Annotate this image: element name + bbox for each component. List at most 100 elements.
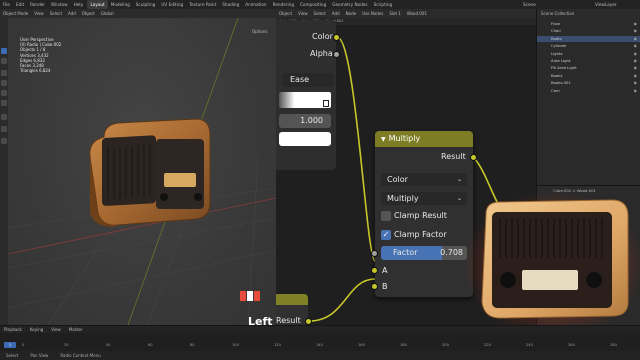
measure-tool-icon[interactable] (1, 126, 7, 132)
factor-slider[interactable]: Factor 0.708 (381, 246, 467, 260)
timeline-tick-label: 0 (22, 343, 25, 347)
outliner-item-label: Books.001 (551, 80, 571, 86)
outliner-item-label: Cylinder (551, 43, 567, 49)
menu-help[interactable]: Help (71, 0, 87, 9)
menu-render[interactable]: Render (27, 0, 48, 9)
tab-modeling[interactable]: Modeling (108, 0, 133, 9)
viewport-menu-view[interactable]: View (31, 9, 47, 18)
annotate-tool-icon[interactable] (1, 114, 7, 120)
tab-compositing[interactable]: Compositing (297, 0, 329, 9)
visibility-eye-icon[interactable]: ◉ (634, 80, 637, 87)
timeline-menu-marker[interactable]: Marker (65, 326, 87, 333)
outliner-item-label: Cam (551, 87, 560, 93)
scene-selector[interactable]: Scene (520, 0, 539, 9)
blend-mode-dropdown[interactable]: Multiply ⌄ (381, 192, 467, 205)
tab-layout[interactable]: Layout (87, 0, 108, 9)
visibility-eye-icon[interactable]: ◉ (634, 88, 637, 95)
timeline-tick-label: 80 (190, 343, 195, 347)
a-input-socket[interactable] (371, 267, 378, 274)
b-input-socket[interactable] (371, 283, 378, 290)
visibility-eye-icon[interactable]: ◉ (634, 51, 637, 58)
visibility-eye-icon[interactable]: ◉ (634, 65, 637, 72)
outliner-item[interactable]: Lights ◉ (537, 51, 640, 58)
mode-selector[interactable]: Object Mode (0, 9, 31, 18)
add-cube-tool-icon[interactable] (1, 138, 7, 144)
tab-animation[interactable]: Animation (242, 0, 269, 9)
interpolation-dropdown[interactable]: Ease (282, 73, 334, 87)
viewport-stats-overlay: User Perspective (0) Radio | Cube.002 Ob… (20, 37, 61, 73)
clamp-factor-checkbox[interactable]: ✓ (381, 230, 391, 240)
viewport-menu-object[interactable]: Object (79, 9, 98, 18)
multiply-result-socket[interactable] (470, 154, 477, 161)
timeline-tick-label: 220 (484, 343, 491, 347)
output-color-label: Color (312, 32, 333, 41)
transform-tool-icon[interactable] (1, 100, 7, 106)
move-tool-icon[interactable] (1, 70, 7, 76)
select-tool-icon[interactable] (1, 48, 7, 54)
blend-mode-value: Multiply (387, 194, 419, 203)
menu-window[interactable]: Window (48, 0, 71, 9)
clamp-result-checkbox[interactable] (381, 211, 391, 221)
tab-geometry-nodes[interactable]: Geometry Nodes (329, 0, 370, 9)
outliner-item[interactable]: Books.001 ◉ (537, 80, 640, 87)
tab-sculpting[interactable]: Sculpting (133, 0, 159, 9)
result-output-socket[interactable] (305, 318, 312, 325)
options-dropdown[interactable]: Options (252, 29, 267, 34)
cursor-tool-icon[interactable] (1, 58, 7, 64)
viewport-menu-select[interactable]: Select (47, 9, 65, 18)
outliner-item[interactable]: Cam ◉ (537, 88, 640, 95)
outliner-panel[interactable]: Scene Collection Floor ◉ Chair ◉ Radio ◉ Cylin… (536, 9, 640, 185)
color-output-socket[interactable] (333, 34, 340, 41)
tab-scripting[interactable]: Scripting (371, 0, 396, 9)
tab-texture-paint[interactable]: Texture Paint (186, 0, 219, 9)
factor-input-socket[interactable] (371, 250, 378, 257)
scale-tool-icon[interactable] (1, 90, 7, 96)
alpha-output-socket[interactable] (333, 51, 340, 58)
outliner-item[interactable]: Radio ◉ (537, 35, 640, 43)
tab-uv-editing[interactable]: UV Editing (158, 0, 186, 9)
multiply-node-header[interactable]: ▼ Multiply (375, 131, 473, 147)
3d-viewport[interactable]: Object Mode View Select Add Object Global (0, 9, 276, 325)
viewport-menu-add[interactable]: Add (65, 9, 79, 18)
timeline-menu-playback[interactable]: Playback (0, 326, 26, 333)
outliner-item[interactable]: Fill Area Light ◉ (537, 65, 640, 72)
radio-model[interactable] (84, 117, 214, 229)
outliner-item-label: Fill Area Light (551, 65, 577, 71)
timeline-panel[interactable]: Playback Keying View Marker 1 0 20 40 60 80 100 1… (0, 325, 640, 352)
data-type-value: Color (387, 175, 408, 184)
visibility-eye-icon[interactable]: ◉ (634, 36, 637, 43)
rotate-tool-icon[interactable] (1, 80, 7, 86)
timeline-menu-view[interactable]: View (47, 326, 65, 333)
tab-rendering[interactable]: Rendering (270, 0, 297, 9)
ramp-stop-handle-icon[interactable] (323, 100, 329, 107)
collapse-chevron-icon[interactable]: ▼ (381, 132, 386, 148)
stat-triangles: Triangles 6,824 (20, 68, 51, 74)
view-layer-selector[interactable]: ViewLayer (592, 0, 620, 9)
visibility-eye-icon[interactable]: ◉ (634, 73, 637, 80)
playhead[interactable]: 1 (4, 342, 16, 348)
data-type-dropdown[interactable]: Color ⌄ (381, 173, 467, 186)
transform-orientation[interactable]: Global (98, 9, 117, 18)
outliner-item[interactable]: Chair ◉ (537, 28, 640, 35)
menu-edit[interactable]: Edit (13, 0, 27, 9)
visibility-eye-icon[interactable]: ◉ (634, 58, 637, 65)
visibility-eye-icon[interactable]: ◉ (634, 28, 637, 35)
ramp-position-field[interactable]: 1.000 (279, 114, 331, 128)
outliner-item[interactable]: Books ◉ (537, 73, 640, 80)
axis-gizmo-icon[interactable] (240, 291, 246, 301)
timeline-ruler[interactable]: 1 0 20 40 60 80 100 120 140 160 180 200 220 240 260 28… (0, 333, 640, 352)
view-direction-label: Left (248, 315, 273, 325)
outliner-item[interactable]: Floor ◉ (537, 21, 640, 28)
timeline-tick-label: 120 (274, 343, 281, 347)
outliner-item-label: Area Light (551, 58, 571, 63)
menu-file[interactable]: File (0, 0, 13, 9)
visibility-eye-icon[interactable]: ◉ (634, 43, 637, 50)
outliner-item-label: Chair (551, 28, 562, 34)
tab-shading[interactable]: Shading (219, 0, 242, 9)
timeline-menu-keying[interactable]: Keying (26, 326, 47, 333)
outliner-item[interactable]: Cylinder ◉ (537, 43, 640, 50)
visibility-eye-icon[interactable]: ◉ (634, 21, 637, 28)
outliner-item[interactable]: Area Light ◉ (537, 58, 640, 65)
math-node-header[interactable] (276, 294, 308, 305)
ramp-color-swatch[interactable] (279, 132, 331, 146)
